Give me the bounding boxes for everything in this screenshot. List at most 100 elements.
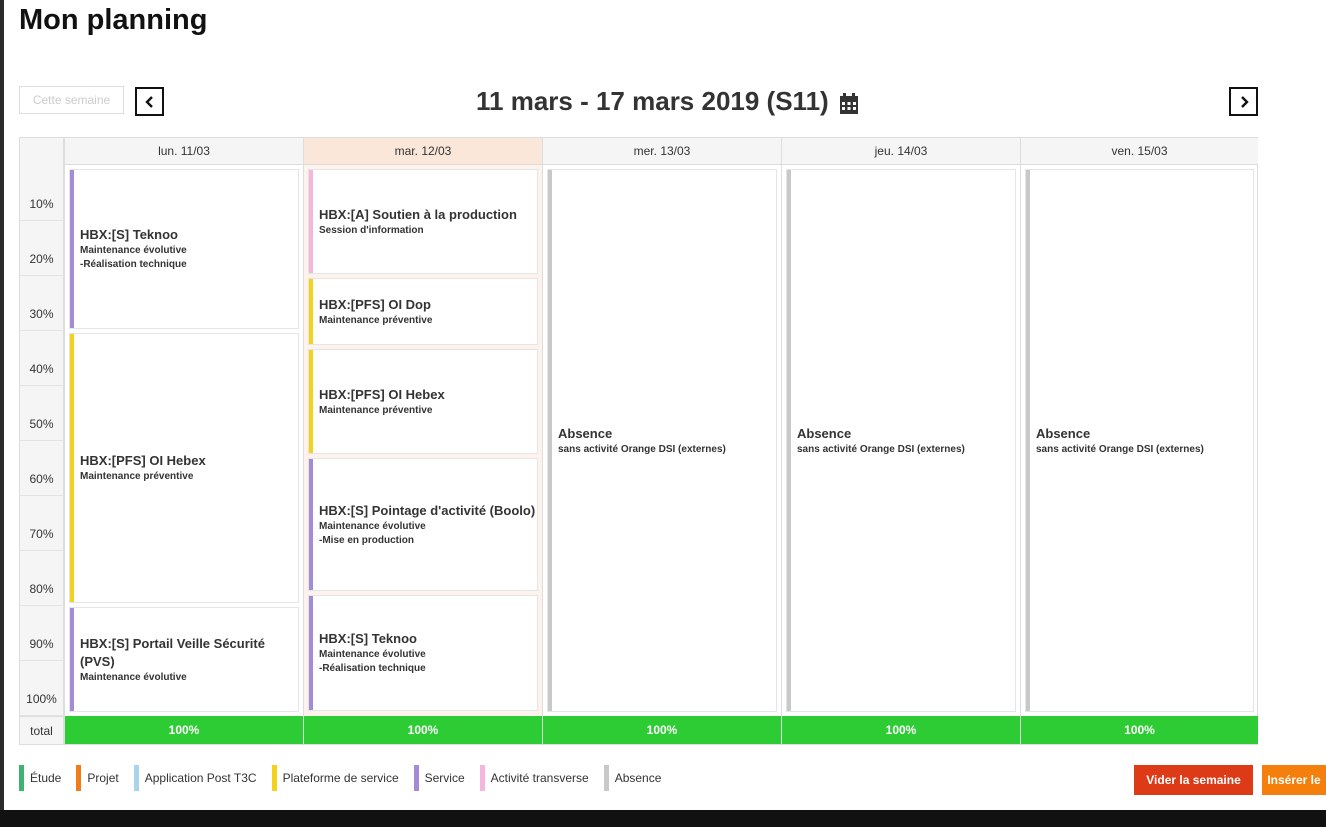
entry-title: HBX:[S] Pointage d'activité (Boolo) <box>319 502 536 518</box>
percentage-tick: 60% <box>29 471 54 486</box>
entry-subtitle: sans activité Orange DSI (externes) <box>1036 443 1204 455</box>
week-title: 11 mars - 17 mars 2019 (S11) <box>476 86 859 117</box>
legend-label: Application Post T3C <box>144 771 257 785</box>
planning-entry[interactable]: HBX:[S] Portail Veille Sécurité (PVS) Mai… <box>69 607 299 712</box>
legend-label: Absence <box>614 771 662 785</box>
entry-subtitle: Maintenance évolutive -Réalisation techn… <box>319 649 426 674</box>
legend-item: Service <box>413 765 465 791</box>
entry-title: HBX:[S] Teknoo <box>319 631 417 646</box>
this-week-button[interactable]: Cette semaine <box>19 86 124 114</box>
next-week-button[interactable] <box>1229 87 1258 116</box>
entry-subtitle: Maintenance évolutive -Réalisation techn… <box>80 245 187 270</box>
day-column: jeu. 14/03 Absence sans activité Orange DS… <box>781 138 1020 744</box>
legend-item: Projet <box>76 765 119 791</box>
week-range-label: 11 mars - 17 mars 2019 (S11) <box>476 86 829 116</box>
percentage-tick: 30% <box>29 306 54 321</box>
legend-label: Étude <box>30 771 62 785</box>
category-color-bar <box>309 596 313 710</box>
category-color-bar <box>70 334 74 602</box>
entry-title: Absence <box>1036 425 1091 441</box>
previous-week-button[interactable] <box>135 87 164 116</box>
planning-entry[interactable]: HBX:[A] Soutien à la production Session d… <box>308 169 538 274</box>
tick-line <box>20 604 63 606</box>
entry-subtitle: Session d'information <box>319 224 424 236</box>
legend-swatch <box>479 765 485 791</box>
category-color-bar <box>787 170 791 711</box>
day-total: 100% <box>65 716 303 744</box>
entry-subtitle: sans activité Orange DSI (externes) <box>797 443 965 455</box>
entry-title: HBX:[PFS] OI Hebex <box>80 453 206 468</box>
legend-swatch <box>133 765 139 791</box>
chevron-left-icon <box>144 95 153 108</box>
day-body: Absence sans activité Orange DSI (externe… <box>543 165 781 716</box>
percentage-tick: 70% <box>29 526 54 541</box>
entry-title: HBX:[S] Teknoo <box>80 227 178 242</box>
legend-swatch <box>271 765 277 791</box>
tick-line <box>20 274 63 276</box>
entry-subtitle: Maintenance évolutive <box>80 671 187 683</box>
day-total: 100% <box>1021 716 1258 744</box>
tick-line <box>20 329 63 331</box>
entry-title: HBX:[PFS] OI Dop <box>319 296 431 312</box>
entry-title: Absence <box>797 425 852 441</box>
legend-label: Service <box>424 771 465 785</box>
day-body: HBX:[A] Soutien à la production Session d… <box>304 165 542 716</box>
legend-swatch <box>603 765 609 791</box>
planning-entry[interactable]: HBX:[PFS] OI Dop Maintenance préventive <box>308 278 538 345</box>
legend-item: Activité transverse <box>479 765 589 791</box>
day-total: 100% <box>543 716 781 744</box>
entry-subtitle: sans activité Orange DSI (externes) <box>558 443 726 455</box>
planning-entry[interactable]: Absence sans activité Orange DSI (externe… <box>547 169 777 712</box>
category-color-bar <box>309 459 313 590</box>
day-body: Absence sans activité Orange DSI (externe… <box>1021 165 1258 716</box>
entry-title: Absence <box>558 425 613 441</box>
tick-line <box>20 494 63 496</box>
tick-line <box>20 219 63 221</box>
entry-subtitle: Maintenance préventive <box>319 404 433 416</box>
day-body: Absence sans activité Orange DSI (externe… <box>782 165 1020 716</box>
category-color-bar <box>548 170 552 711</box>
window-bottom-edge <box>0 810 1326 827</box>
percentage-tick: 10% <box>29 196 54 211</box>
planning-entry[interactable]: Absence sans activité Orange DSI (externe… <box>786 169 1016 712</box>
category-color-bar <box>309 279 313 344</box>
category-color-bar <box>309 170 313 273</box>
legend-item: Plateforme de service <box>271 765 399 791</box>
category-color-bar <box>309 350 313 453</box>
planning-grid: total 10% 20% 30% 40% 50% 60% 70% 80% 90% 100% lu… <box>19 137 1258 745</box>
planning-entry[interactable]: HBX:[S] Teknoo Maintenance évolutive -Réa… <box>308 595 538 711</box>
legend-swatch <box>19 765 24 791</box>
legend-label: Projet <box>87 771 119 785</box>
insert-button[interactable]: Insérer le <box>1262 765 1326 795</box>
tick-line <box>20 384 63 386</box>
day-header: mar. 12/03 <box>304 138 542 165</box>
legend: Étude Projet Application Post T3C Plateform… <box>19 765 676 791</box>
category-color-bar <box>70 170 74 328</box>
legend-item: Étude <box>19 765 61 791</box>
total-label: total <box>20 716 63 744</box>
entry-title: HBX:[S] Portail Veille Sécurité (PVS) <box>80 635 265 669</box>
percentage-tick: 20% <box>29 251 54 266</box>
planning-entry[interactable]: HBX:[S] Pointage d'activité (Boolo) Maint… <box>308 458 538 591</box>
day-header: mer. 13/03 <box>543 138 781 165</box>
day-header: ven. 15/03 <box>1021 138 1258 165</box>
percentage-tick: 40% <box>29 361 54 376</box>
planning-entry[interactable]: HBX:[PFS] OI Hebex Maintenance préventive <box>308 349 538 454</box>
entry-subtitle: Maintenance évolutive -Mise en productio… <box>319 520 426 546</box>
legend-item: Absence <box>603 765 662 791</box>
percentage-tick: 50% <box>29 416 54 431</box>
page-title: Mon planning <box>19 4 208 36</box>
legend-swatch <box>413 765 419 791</box>
entry-title: HBX:[PFS] OI Hebex <box>319 386 445 402</box>
day-total: 100% <box>304 716 542 744</box>
planning-entry[interactable]: Absence sans activité Orange DSI (externe… <box>1025 169 1254 712</box>
calendar-icon[interactable] <box>839 91 859 114</box>
day-header: jeu. 14/03 <box>782 138 1020 165</box>
clear-week-button[interactable]: Vider la semaine <box>1134 765 1253 795</box>
day-column: ven. 15/03 Absence sans activité Orange DS… <box>1020 138 1258 744</box>
planning-entry[interactable]: HBX:[PFS] OI Hebex Maintenance préventive <box>69 333 299 603</box>
planning-entry[interactable]: HBX:[S] Teknoo Maintenance évolutive -Réa… <box>69 169 299 329</box>
legend-item: Application Post T3C <box>133 765 257 791</box>
legend-swatch <box>76 765 82 791</box>
entry-subtitle: Maintenance préventive <box>319 314 433 326</box>
